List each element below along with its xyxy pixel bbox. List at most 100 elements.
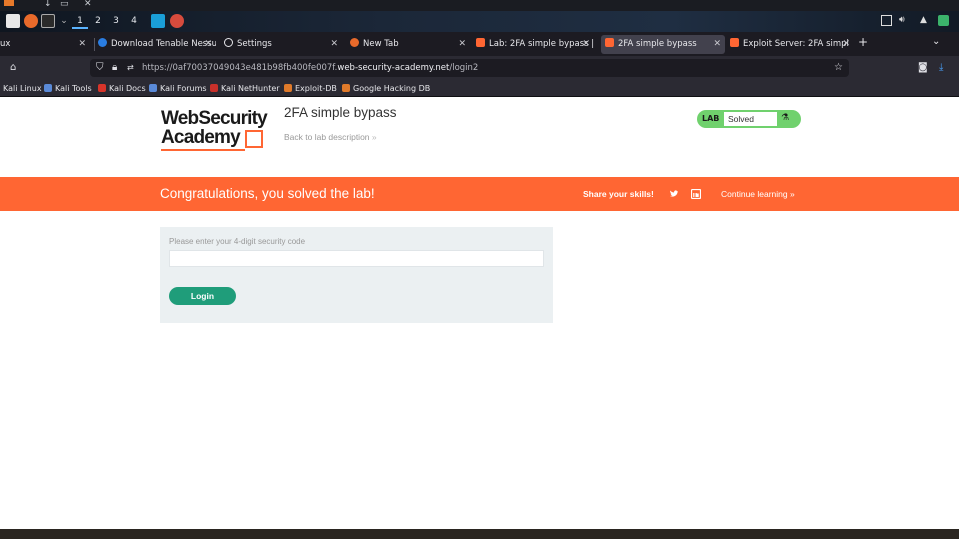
tab-bar: ux ✕ Download Tenable Nessus ✕ Settings … <box>0 32 959 56</box>
tab-download-tenable[interactable]: Download Tenable Nessus ✕ <box>98 35 216 54</box>
twitter-icon[interactable] <box>669 189 679 199</box>
ghdb-icon <box>342 84 350 92</box>
bookmark-google-hacking-db[interactable]: Google Hacking DB <box>342 80 430 97</box>
bookmark-kali-tools[interactable]: Kali Tools <box>44 80 92 97</box>
navigation-bar: ⌂ ⛉ 🔒︎ ⇄ https://0af70037049043e481b98fb… <box>0 56 959 80</box>
tab-label: Download Tenable Nessus <box>111 39 216 49</box>
close-tab-icon[interactable]: ✕ <box>330 35 338 54</box>
terminal-icon[interactable] <box>41 14 55 28</box>
nethunter-icon <box>210 84 218 92</box>
dropdown-icon[interactable]: ⌄ <box>56 14 72 29</box>
back-link-label: Back to lab description <box>284 132 370 142</box>
exploit-db-icon <box>284 84 292 92</box>
new-tab-button[interactable]: + <box>858 35 868 49</box>
continue-learning-link[interactable]: Continue learning » <box>721 177 795 211</box>
permissions-icon[interactable]: ⇄ <box>127 59 134 77</box>
kali-docs-icon <box>98 84 106 92</box>
login-button[interactable]: Login <box>169 287 236 305</box>
tab-settings[interactable]: Settings ✕ <box>224 35 342 54</box>
kali-menu-icon[interactable] <box>4 0 14 6</box>
share-label: Share your skills! <box>583 189 654 199</box>
workspace-3[interactable]: 3 <box>108 14 124 29</box>
bookmark-kali-nethunter[interactable]: Kali NetHunter <box>210 80 280 97</box>
tab-separator <box>94 38 95 51</box>
bookmark-kali-docs[interactable]: Kali Docs <box>98 80 146 97</box>
list-tabs-icon[interactable]: ⌄ <box>932 36 940 47</box>
logo-bolt-icon <box>245 130 263 148</box>
firefox-icon[interactable] <box>24 14 38 28</box>
bookmark-label: Kali Docs <box>109 84 146 93</box>
linkedin-icon[interactable] <box>691 189 701 199</box>
shield-icon[interactable]: ⛉ <box>96 59 104 77</box>
close-tab-icon[interactable]: ✕ <box>713 35 721 54</box>
security-code-label: Please enter your 4-digit security code <box>169 237 306 246</box>
workspace-1[interactable]: 1 <box>72 14 88 29</box>
continue-label: Continue learning <box>721 189 788 199</box>
home-icon[interactable]: ⌂ <box>10 59 16 77</box>
star-icon[interactable]: ☆ <box>834 59 843 77</box>
notification-icon[interactable]: ▲ <box>920 15 931 26</box>
bottom-strip <box>0 529 959 539</box>
tab-label: 2FA simple bypass <box>618 39 697 49</box>
bookmark-label: Kali NetHunter <box>221 84 280 93</box>
page-content: WebSecurity Academy 2FA simple bypass Ba… <box>0 97 959 529</box>
burpsuite-icon[interactable] <box>151 14 165 28</box>
lab-title: 2FA simple bypass <box>284 105 397 120</box>
close-tab-icon[interactable]: ✕ <box>204 35 212 54</box>
congratulations-banner: Congratulations, you solved the lab! Sha… <box>0 177 959 211</box>
portswigger-icon <box>730 38 739 47</box>
url-path: /login2 <box>449 63 479 73</box>
chevron-right-icon: » <box>790 189 795 199</box>
web-security-academy-logo[interactable]: WebSecurity Academy <box>161 108 281 152</box>
tab-new-tab[interactable]: New Tab ✕ <box>350 35 470 54</box>
close-icon[interactable]: ✕ <box>84 0 92 9</box>
workspace-2[interactable]: 2 <box>90 14 106 29</box>
tenable-icon <box>98 38 107 47</box>
tab-lab-description[interactable]: Lab: 2FA simple bypass | W ✕ <box>476 35 594 54</box>
tab-2fa-simple-bypass[interactable]: 2FA simple bypass ✕ <box>601 35 725 54</box>
close-tab-icon[interactable]: ✕ <box>582 35 590 54</box>
back-to-lab-description-link[interactable]: Back to lab description » <box>284 132 377 142</box>
url-prefix: https://0af70037049043e481b98fb400fe007f… <box>142 63 338 73</box>
arrow-down-icon[interactable]: ↓ <box>44 0 52 9</box>
bookmarks-bar: Kali Linux Kali Tools Kali Docs Kali For… <box>0 80 959 97</box>
bookmark-label: Kali Tools <box>55 84 92 93</box>
battery-icon[interactable] <box>938 15 949 26</box>
flask-icon: ⚗ <box>781 113 790 123</box>
os-top-bar: ↓ ▭ ✕ <box>0 0 959 11</box>
lock-icon[interactable]: 🔒︎ <box>112 59 117 77</box>
security-code-form: Please enter your 4-digit security code … <box>160 227 553 323</box>
display-icon[interactable] <box>881 15 892 26</box>
bookmark-label: Google Hacking DB <box>353 84 431 93</box>
congratulations-message: Congratulations, you solved the lab! <box>160 186 375 201</box>
tab-label: ux <box>0 39 11 49</box>
url-bar[interactable]: ⛉ 🔒︎ ⇄ https://0af70037049043e481b98fb40… <box>90 59 849 77</box>
bookmark-label: Kali Linux <box>3 84 42 93</box>
download-icon[interactable]: ⤓ <box>939 59 943 77</box>
url-text[interactable]: https://0af70037049043e481b98fb400fe007f… <box>142 59 478 77</box>
close-tab-icon[interactable]: ✕ <box>458 35 466 54</box>
security-code-input[interactable] <box>169 250 544 267</box>
close-tab-icon[interactable]: ✕ <box>842 35 850 54</box>
workspace-4[interactable]: 4 <box>126 14 142 29</box>
volume-icon[interactable]: 🔊︎ <box>899 15 910 26</box>
tab-kali-linux[interactable]: ux ✕ <box>0 35 90 54</box>
bookmark-label: Kali Forums <box>160 84 207 93</box>
bookmark-kali-forums[interactable]: Kali Forums <box>149 80 207 97</box>
kali-icon <box>44 84 52 92</box>
tab-label: Lab: 2FA simple bypass | W <box>489 39 594 49</box>
app-icon[interactable] <box>170 14 184 28</box>
kali-forums-icon <box>149 84 157 92</box>
url-domain: web-security-academy.net <box>337 63 450 73</box>
close-tab-icon[interactable]: ✕ <box>78 35 86 54</box>
bookmark-exploit-db[interactable]: Exploit-DB <box>284 80 337 97</box>
bookmark-label: Exploit-DB <box>295 84 337 93</box>
portswigger-icon <box>605 38 614 47</box>
tab-exploit-server[interactable]: Exploit Server: 2FA simpl ✕ <box>730 35 854 54</box>
tab-label: New Tab <box>363 39 399 49</box>
window-icon[interactable]: ▭ <box>60 0 69 9</box>
bookmark-kali-linux[interactable]: Kali Linux <box>3 80 42 97</box>
portswigger-icon <box>476 38 485 47</box>
pocket-icon[interactable]: ◙ <box>918 59 928 77</box>
files-icon[interactable] <box>6 14 20 28</box>
